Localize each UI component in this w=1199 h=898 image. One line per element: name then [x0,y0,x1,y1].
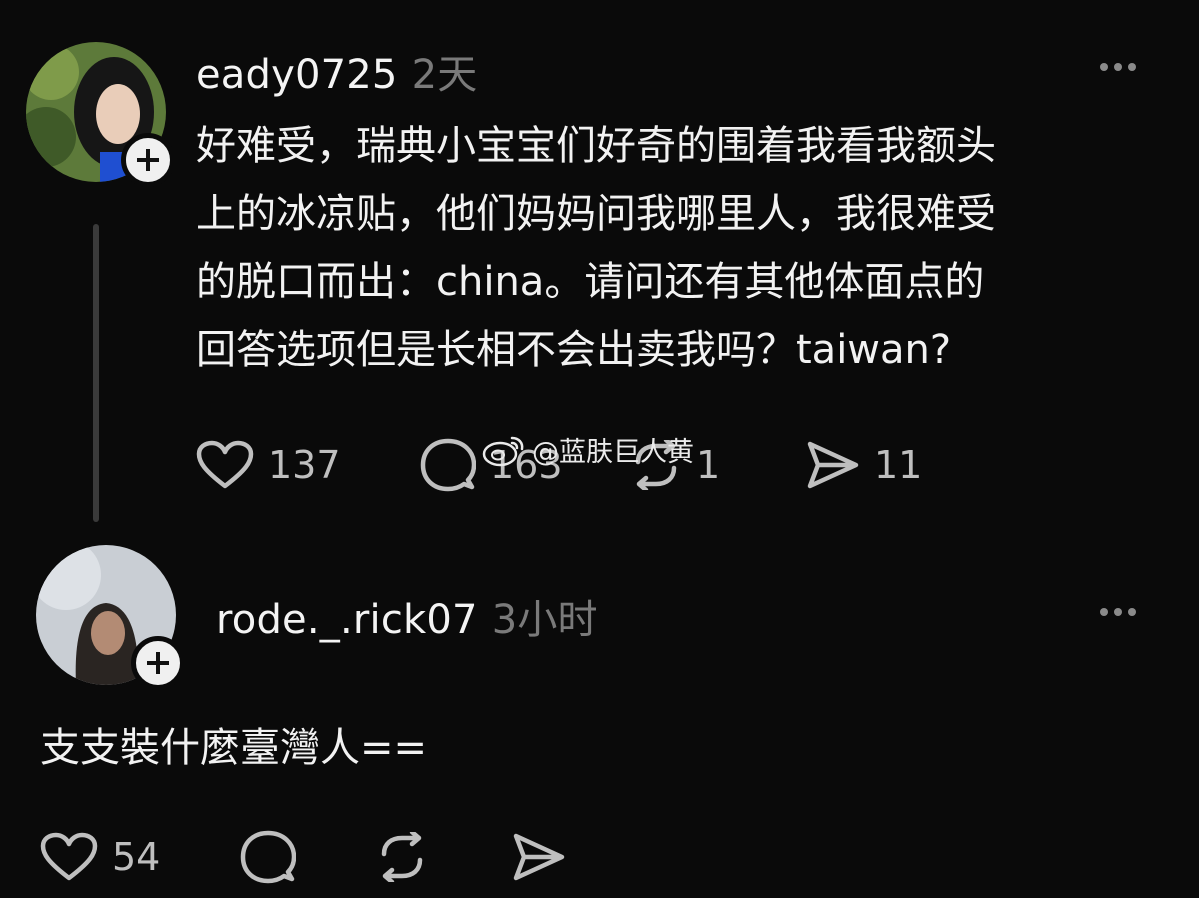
post-line: 的脱口而出：china。请问还有其他体面点的 [196,259,985,305]
like-button[interactable]: 54 [40,832,240,882]
follow-button[interactable] [131,636,185,690]
post-line: 上的冰凉贴，他们妈妈问我哪里人，我很难受 [196,191,996,237]
heart-icon [40,832,98,881]
send-icon [807,441,859,489]
username[interactable]: rode._.rick07 3小时 [216,587,598,645]
share-button[interactable] [512,832,566,882]
send-icon [513,833,565,881]
heart-icon [196,440,254,489]
plus-icon [137,149,159,171]
username[interactable]: eady0725 2天 [196,42,477,100]
watermark-text: @蓝肤巨人黄 [532,437,694,468]
post-line: 好难受，瑞典小宝宝们好奇的围着我看我额头 [196,123,996,169]
username-text[interactable]: rode._.rick07 [216,597,478,643]
repost-count: 1 [696,443,721,487]
comment-icon [240,830,296,884]
more-button[interactable] [1100,63,1136,71]
post-line: 回答选项但是长相不会出卖我吗？taiwan? [196,327,952,373]
more-button[interactable] [1100,608,1136,616]
timestamp: 2天 [411,52,478,98]
thread-line [93,224,99,522]
like-button[interactable]: 137 [196,440,420,490]
repost-icon [381,832,423,882]
weibo-watermark: @蓝肤巨人黄 [482,430,694,469]
share-count: 11 [874,443,923,487]
weibo-icon [482,436,524,466]
like-count: 137 [268,443,341,487]
more-icon [1100,63,1108,71]
post-line: 支支裝什麼臺灣人== [40,725,428,771]
share-button[interactable]: 11 [806,440,922,490]
repost-button[interactable] [376,832,512,882]
like-count: 54 [112,835,161,879]
post-text: 支支裝什麼臺灣人== [40,714,427,782]
post-text: 好难受，瑞典小宝宝们好奇的围着我看我额头 上的冰凉贴，他们妈妈问我哪里人，我很难… [196,112,996,384]
plus-icon [147,652,169,674]
username-text[interactable]: eady0725 [196,52,398,98]
comment-button[interactable] [240,830,376,884]
comment-icon [420,438,476,492]
follow-button[interactable] [121,133,175,187]
timestamp: 3小时 [491,597,598,643]
action-bar: 54 [40,830,566,884]
more-icon [1100,608,1108,616]
